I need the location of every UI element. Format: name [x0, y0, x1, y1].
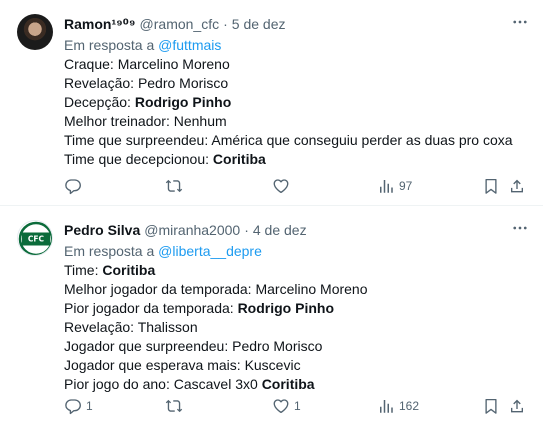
display-name[interactable]: Pedro Silva [64, 220, 140, 240]
line-label: Pior jogador da temporada: [64, 300, 238, 316]
tweet-text: Craque: Marcelino Moreno Revelação: Pedr… [64, 55, 533, 169]
line-value: Nenhum [173, 113, 227, 129]
reply-icon [65, 179, 81, 195]
tweet-actions: 1 1 162 [64, 396, 534, 416]
avatar[interactable] [17, 14, 53, 50]
views-button[interactable]: 162 [377, 396, 419, 416]
tweet-line: Decepção: Rodrigo Pinho [64, 93, 533, 112]
line-value: Rodrigo Pinho [134, 94, 232, 110]
bookmark-icon [485, 398, 497, 414]
retweet-icon [165, 179, 183, 193]
tweet-line: Revelação: Thalisson [64, 318, 533, 337]
tweet-header: Ramon¹⁹⁰⁹ @ramon_cfc · 5 de dez [64, 14, 533, 34]
heart-icon [273, 399, 289, 414]
line-label: Melhor jogador da temporada: [64, 281, 256, 297]
tweet-line: Time que decepcionou: Coritiba [64, 150, 533, 169]
reply-button[interactable]: 1 [64, 396, 93, 416]
tweet-line: Pior jogador da temporada: Rodrigo Pinho [64, 299, 533, 318]
share-button[interactable] [508, 176, 526, 196]
tweet-line: Melhor treinador: Nenhum [64, 112, 533, 131]
reply-thread: Ramon¹⁹⁰⁹ @ramon_cfc · 5 de dez Em respo… [0, 0, 543, 422]
line-value: Kuscevic [244, 357, 301, 373]
tweet-line: Revelação: Pedro Morisco [64, 74, 533, 93]
retweet-button[interactable] [165, 176, 187, 196]
reply-count: 1 [86, 399, 93, 413]
like-button[interactable] [272, 176, 294, 196]
tweet-header: Pedro Silva @miranha2000 · 4 de dez [64, 220, 533, 240]
line-label: Time: [64, 262, 103, 278]
line-value: Marcelino Moreno [117, 56, 230, 72]
views-count: 162 [399, 399, 420, 413]
tweet-line: Craque: Marcelino Moreno [64, 55, 533, 74]
reply-button[interactable] [64, 176, 86, 196]
tweet-text: Time: Coritiba Melhor jogador da tempora… [64, 261, 533, 394]
line-label: Time que decepcionou: [64, 151, 213, 167]
tweet-actions: 97 [64, 176, 534, 196]
reply-prefix: Em resposta a [64, 243, 155, 259]
views-count: 97 [399, 179, 413, 193]
line-label: Jogador que esperava mais: [64, 357, 245, 373]
tweet[interactable]: Ramon¹⁹⁰⁹ @ramon_cfc · 5 de dez Em respo… [0, 0, 543, 205]
line-value: Coritiba [261, 376, 315, 392]
bookmark-button[interactable] [482, 176, 500, 196]
tweet-line: Melhor jogador da temporada: Marcelino M… [64, 280, 533, 299]
line-label: Craque: [64, 56, 118, 72]
tweet-date[interactable]: 4 de dez [253, 220, 307, 240]
line-label: Melhor treinador: [64, 113, 174, 129]
bookmark-icon [485, 178, 497, 194]
reply-context: Em resposta a @futtmais [64, 36, 533, 55]
share-icon [511, 399, 523, 413]
tweet-line: Time que surpreendeu: América que conseg… [64, 131, 533, 150]
line-label: Revelação: [64, 319, 138, 335]
line-value: Rodrigo Pinho [237, 300, 334, 316]
line-label: Jogador que surpreendeu: [64, 338, 233, 354]
views-icon [380, 180, 393, 193]
display-name[interactable]: Ramon¹⁹⁰⁹ [64, 14, 136, 34]
reply-mention-link[interactable]: @futtmais [158, 37, 221, 53]
line-label: Revelação: [64, 75, 138, 91]
tweet-date[interactable]: 5 de dez [232, 14, 286, 34]
retweet-icon [165, 399, 183, 413]
reply-mention-link[interactable]: @liberta__depre [158, 243, 262, 259]
views-button[interactable]: 97 [377, 176, 412, 196]
user-handle[interactable]: @miranha2000 [144, 220, 240, 240]
line-value: Pedro Morisco [137, 75, 229, 91]
bookmark-button[interactable] [482, 396, 500, 416]
user-handle[interactable]: @ramon_cfc [140, 14, 220, 34]
line-label: Decepção: [64, 94, 135, 110]
tweet[interactable]: CFC Pedro Silva @miranha2000 · 4 de dez … [0, 206, 543, 422]
line-value: Coritiba [102, 262, 156, 278]
like-count: 1 [294, 399, 301, 413]
reply-context: Em resposta a @liberta__depre [64, 242, 533, 261]
avatar[interactable]: CFC [17, 220, 53, 256]
share-button[interactable] [508, 396, 526, 416]
share-icon [511, 179, 523, 193]
retweet-button[interactable] [165, 396, 187, 416]
line-value: América que conseguiu perder as duas pro… [211, 132, 513, 148]
heart-icon [273, 179, 289, 194]
separator-dot: · [244, 222, 249, 238]
line-value: Thalisson [137, 319, 198, 335]
line-value: Coritiba [212, 151, 266, 167]
line-value: Marcelino Moreno [255, 281, 368, 297]
tweet-line: Jogador que surpreendeu: Pedro Morisco [64, 337, 533, 356]
views-icon [380, 400, 393, 413]
like-button[interactable]: 1 [272, 396, 301, 416]
reply-prefix: Em resposta a [64, 37, 155, 53]
line-value: Pedro Morisco [232, 338, 323, 354]
tweet-line: Jogador que esperava mais: Kuscevic [64, 356, 533, 375]
crest-lettering: CFC [28, 235, 45, 244]
line-label: Pior jogo do ano: Cascavel 3x0 [64, 376, 262, 392]
reply-icon [65, 399, 81, 415]
club-crest-icon: CFC [18, 221, 52, 255]
separator-dot: · [223, 16, 228, 32]
line-label: Time que surpreendeu: [64, 132, 212, 148]
tweet-line: Time: Coritiba [64, 261, 533, 280]
tweet-line: Pior jogo do ano: Cascavel 3x0 Coritiba [64, 375, 533, 394]
